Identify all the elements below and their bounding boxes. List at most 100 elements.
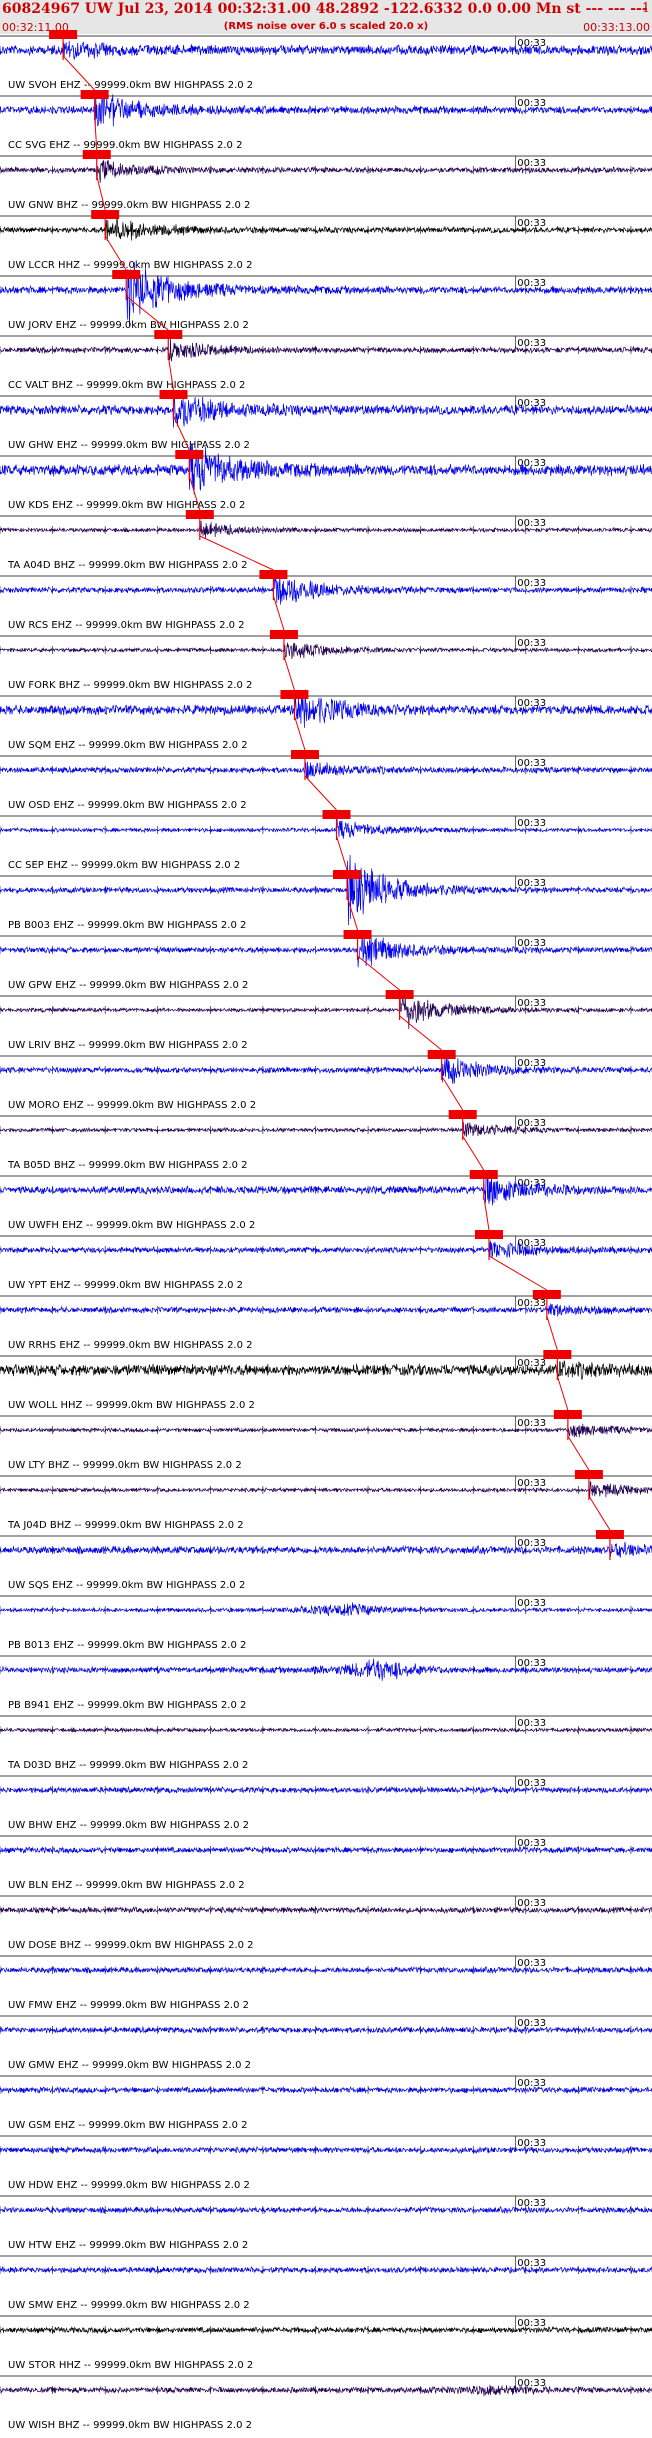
waveform [0,761,652,780]
seismogram-page: 60824967 UW Jul 23, 2014 00:32:31.00 48.… [0,0,652,2438]
trace-row: 00:33 TA J04D BHZ -- 99999.0km BW HIGHPAS… [0,1470,652,1531]
moveout-line [462,1135,485,1171]
time-mark-label: 00:33 [517,158,546,169]
time-mark-label: 00:33 [517,2138,546,2149]
moveout-line [336,835,348,871]
waveform [0,1785,652,1795]
waveform [0,689,652,728]
trace-row: 00:33 CC VALT BHZ -- 99999.0km BW HIGHPAS… [0,330,652,391]
time-mark-label: 00:33 [517,818,546,829]
time-mark-label: 00:33 [517,878,546,889]
time-mark-label: 00:33 [517,938,546,949]
time-mark-label: 00:33 [517,1418,546,1429]
time-mark-label: 00:33 [517,2018,546,2029]
time-mark-label: 00:33 [517,1598,546,1609]
trace-row: 00:33 TA A04D BHZ -- 99999.0km BW HIGHPAS… [0,510,652,571]
waveform [0,1481,652,1498]
channel-label: UW WOLL HHZ -- 99999.0km BW HIGHPASS 2.0… [8,1400,255,1411]
channel-label: UW FMW EHZ -- 99999.0km BW HIGHPASS 2.0 … [8,2000,249,2011]
channel-label: PB B013 EHZ -- 99999.0km BW HIGHPASS 2.0… [8,1640,246,1651]
channel-label: CC SVG EHZ -- 99999.0km BW HIGHPASS 2.0 … [8,140,242,151]
channel-label: UW RCS EHZ -- 99999.0km BW HIGHPASS 2.0 … [8,620,245,631]
channel-label: UW STOR HHZ -- 99999.0km BW HIGHPASS 2.0… [8,2360,253,2371]
waveform [0,216,652,242]
trace-row: 00:33 UW LTY BHZ -- 99999.0km BW HIGHPASS… [0,1410,652,1471]
channel-label: UW SQM EHZ -- 99999.0km BW HIGHPASS 2.0 … [8,740,248,751]
channel-label: CC SEP EHZ -- 99999.0km BW HIGHPASS 2.0 … [8,860,240,871]
channel-label: TA B05D BHZ -- 99999.0km BW HIGHPASS 2.0… [7,1160,248,1171]
channel-label: UW HDW EHZ -- 99999.0km BW HIGHPASS 2.0 … [8,2180,250,2191]
waveform [0,1845,652,1855]
trace-row: 00:33UW GSM EHZ -- 99999.0km BW HIGHPASS… [0,2075,652,2131]
moveout-line [304,775,337,811]
time-mark-label: 00:33 [517,578,546,589]
seismogram-plot: 00:33 UW SVOH EHZ -- 99999.0km BW HIGHPAS… [0,30,652,2431]
channel-label: UW UWFH EHZ -- 99999.0km BW HIGHPASS 2.0… [8,1220,255,1231]
trace-row: 00:33 PB B013 EHZ -- 99999.0km BW HIGHPAS… [0,1595,652,1651]
channel-label: UW SMW EHZ -- 99999.0km BW HIGHPASS 2.0 … [8,2300,250,2311]
trace-row: 00:33UW HTW EHZ -- 99999.0km BW HIGHPASS… [0,2195,652,2251]
time-mark-label: 00:33 [517,1838,546,1849]
channel-label: UW HTW EHZ -- 99999.0km BW HIGHPASS 2.0 … [8,2240,248,2251]
trace-row: 00:33UW YPT EHZ -- 99999.0km BW HIGHPASS… [0,1230,652,1291]
waveform [0,1905,652,1915]
channel-label: UW OSD EHZ -- 99999.0km BW HIGHPASS 2.0 … [8,800,247,811]
trace-row: 00:33UW WISH BHZ -- 99999.0km BW HIGHPAS… [0,2375,652,2431]
trace-row: 00:33UW SMW EHZ -- 99999.0km BW HIGHPASS… [0,2255,652,2311]
trace-row: 00:33 UW FMW EHZ -- 99999.0km BW HIGHPASS… [0,1955,652,2011]
channel-label: TA D03D BHZ -- 99999.0km BW HIGHPASS 2.0… [7,1760,248,1771]
trace-row: 00:33 CC SEP EHZ -- 99999.0km BW HIGHPASS… [0,810,652,871]
trace-row: 00:33UW SQM EHZ -- 99999.0km BW HIGHPASS… [0,689,652,751]
moveout-line [483,1195,490,1231]
moveout-line [567,1435,590,1471]
trace-row: 00:33 PB B941 EHZ -- 99999.0km BW HIGHPAS… [0,1655,652,1711]
waveform [0,1303,652,1317]
channel-label: UW YPT EHZ -- 99999.0km BW HIGHPASS 2.0 … [8,1280,243,1291]
time-mark-label: 00:33 [517,1958,546,1969]
waveform [0,2025,652,2035]
trace-row: 00:33 UW MORO EHZ -- 99999.0km BW HIGHPAS… [0,1050,652,1111]
trace-row: 00:33UW RRHS EHZ -- 99999.0km BW HIGHPAS… [0,1290,652,1351]
channel-label: UW SVOH EHZ -- 99999.0km BW HIGHPASS 2.0… [8,80,253,91]
trace-row: 00:33UW SQS EHZ -- 99999.0km BW HIGHPASS… [0,1530,652,1591]
channel-label: TA J04D BHZ -- 99999.0km BW HIGHPASS 2.0… [7,1520,244,1531]
waveform [0,572,652,605]
trace-row: 00:33 TA D03D BHZ -- 99999.0km BW HIGHPAS… [0,1715,652,1771]
trace-row: 00:33 UW RCS EHZ -- 99999.0km BW HIGHPASS… [0,570,652,631]
channel-label: UW BLN EHZ -- 99999.0km BW HIGHPASS 2.0 … [8,1880,245,1891]
trace-row: 00:33 UW HDW EHZ -- 99999.0km BW HIGHPASS… [0,2135,652,2191]
time-mark-label: 00:33 [517,1058,546,1069]
time-mark-label: 00:33 [517,218,546,229]
waveform [0,2325,652,2335]
trace-row: 00:33 UW OSD EHZ -- 99999.0km BW HIGHPASS… [0,750,652,811]
channel-label: UW LRIV BHZ -- 99999.0km BW HIGHPASS 2.0… [8,1040,248,1051]
moveout-line [488,1255,548,1291]
channel-label: UW GMW EHZ -- 99999.0km BW HIGHPASS 2.0 … [8,2060,251,2071]
time-mark-label: 00:33 [517,278,546,289]
trace-row: 00:33 UW LRIV BHZ -- 99999.0km BW HIGHPAS… [0,990,652,1051]
trace-row: 00:33 UW GMW EHZ -- 99999.0km BW HIGHPASS… [0,2015,652,2071]
time-mark-label: 00:33 [517,638,546,649]
moveout-line [357,955,400,991]
time-mark-label: 00:33 [517,518,546,529]
trace-row: 00:33 CC SVG EHZ -- 99999.0km BW HIGHPASS… [0,90,652,151]
waveform [0,642,652,660]
trace-row: 00:33 UW FORK BHZ -- 99999.0km BW HIGHPAS… [0,630,652,691]
channel-label: PB B003 EHZ -- 99999.0km BW HIGHPASS 2.0… [8,920,246,931]
trace-row: 00:33 UW JORV EHZ -- 99999.0km BW HIGHPAS… [0,262,652,331]
channel-label: UW SQS EHZ -- 99999.0km BW HIGHPASS 2.0 … [8,1580,245,1591]
time-mark-label: 00:33 [517,1118,546,1129]
trace-row: 00:33UW GHW EHZ -- 99999.0km BW HIGHPASS… [0,390,652,451]
channel-label: UW KDS EHZ -- 99999.0km BW HIGHPASS 2.0 … [8,500,245,511]
waveform [0,1173,652,1206]
waveform [0,2384,652,2397]
waveform [0,1423,652,1438]
channel-label: UW GPW EHZ -- 99999.0km BW HIGHPASS 2.0 … [8,980,248,991]
trace-row: 00:33 TA B05D BHZ -- 99999.0km BW HIGHPAS… [0,1110,652,1171]
trace-row: 00:33 UW BLN EHZ -- 99999.0km BW HIGHPASS… [0,1835,652,1891]
channel-label: UW MORO EHZ -- 99999.0km BW HIGHPASS 2.0… [8,1100,256,1111]
time-mark-label: 00:33 [517,1658,546,1669]
waveform [0,443,652,495]
channel-label: TA A04D BHZ -- 99999.0km BW HIGHPASS 2.0… [7,560,248,571]
trace-row: 00:33 UW GPW EHZ -- 99999.0km BW HIGHPASS… [0,930,652,991]
